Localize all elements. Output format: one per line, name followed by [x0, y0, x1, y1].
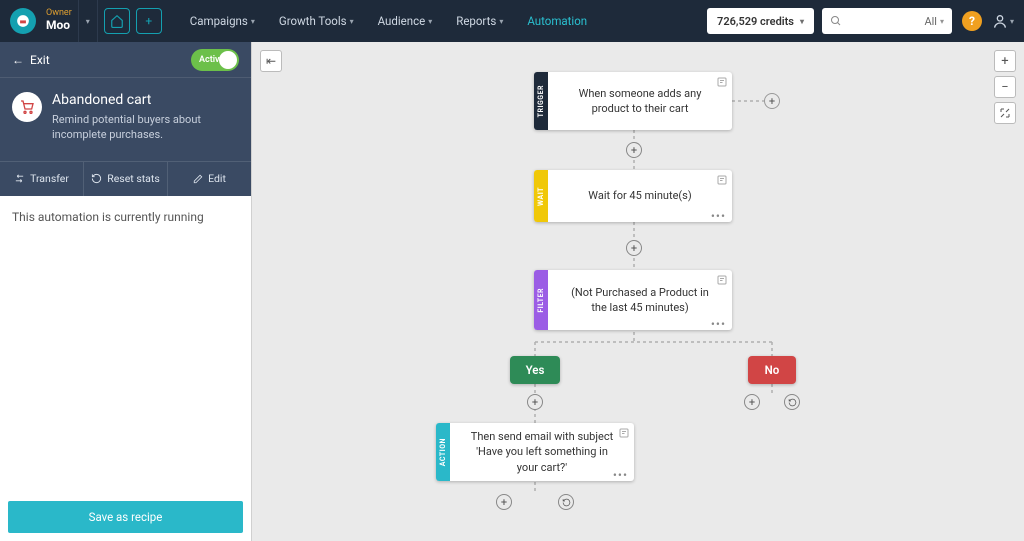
brand-logo[interactable] — [10, 8, 36, 34]
cart-icon — [19, 99, 35, 115]
add-step-button[interactable]: + — [626, 142, 642, 158]
owner-name: Moo — [46, 19, 72, 32]
main-menu: Campaigns▾ Growth Tools▾ Audience▾ Repor… — [180, 0, 597, 42]
add-step-button[interactable]: + — [744, 394, 760, 410]
no-branch[interactable]: No — [748, 356, 796, 384]
note-icon — [716, 76, 728, 88]
node-tag: ACTION — [439, 438, 447, 466]
add-step-button[interactable]: + — [626, 240, 642, 256]
owner-block[interactable]: Owner Moo — [46, 9, 72, 32]
chevron-down-icon: ▾ — [350, 17, 354, 26]
user-icon — [992, 13, 1008, 29]
branch-label: Yes — [526, 363, 545, 377]
node-text: When someone adds any product to their c… — [566, 86, 714, 117]
nav-label: Reports — [456, 14, 496, 28]
toggle-knob — [219, 51, 237, 69]
help-button[interactable]: ? — [962, 11, 982, 31]
note-icon — [618, 427, 630, 439]
search-bar[interactable]: All▾ — [822, 8, 952, 34]
refresh-icon — [562, 498, 571, 507]
chevron-down-icon: ▾ — [86, 17, 90, 26]
automation-subtitle: Remind potential buyers about incomplete… — [52, 112, 239, 143]
chevron-down-icon: ▾ — [940, 17, 944, 26]
add-button[interactable]: + — [136, 8, 162, 34]
search-filter-label: All — [924, 15, 937, 28]
home-icon — [110, 14, 124, 28]
chevron-down-icon: ▾ — [800, 17, 804, 26]
question-icon: ? — [969, 14, 975, 28]
nav-campaigns[interactable]: Campaigns▾ — [180, 0, 265, 42]
loop-button[interactable] — [784, 394, 800, 410]
nav-automation[interactable]: Automation — [517, 0, 597, 42]
trigger-node[interactable]: TRIGGER When someone adds any product to… — [534, 72, 732, 130]
nav-growth-tools[interactable]: Growth Tools▾ — [269, 0, 364, 42]
exit-label: Exit — [30, 53, 50, 67]
add-step-button[interactable]: + — [496, 494, 512, 510]
refresh-icon — [788, 398, 797, 407]
automation-type-icon — [12, 92, 42, 122]
transfer-icon — [14, 173, 25, 184]
nav-label: Growth Tools — [279, 14, 347, 28]
edit-button[interactable]: Edit — [168, 162, 251, 196]
nav-label: Automation — [527, 14, 587, 28]
transfer-button[interactable]: Transfer — [0, 162, 84, 196]
node-text: (Not Purchased a Product in the last 45 … — [566, 285, 714, 316]
chevron-down-icon: ▾ — [428, 17, 432, 26]
active-toggle[interactable]: Active — [191, 49, 239, 71]
nav-label: Audience — [378, 14, 426, 28]
add-trigger-button[interactable]: + — [764, 93, 780, 109]
top-nav: Owner Moo ▾ + Campaigns▾ Growth Tools▾ A… — [0, 0, 1024, 42]
reset-icon — [91, 173, 102, 184]
search-icon — [830, 15, 842, 27]
nav-reports[interactable]: Reports▾ — [446, 0, 513, 42]
action-label: Transfer — [30, 172, 69, 185]
nav-audience[interactable]: Audience▾ — [368, 0, 443, 42]
note-icon — [716, 274, 728, 286]
plus-icon: + — [145, 14, 152, 28]
loop-button[interactable] — [558, 494, 574, 510]
branch-label: No — [765, 363, 780, 377]
save-as-recipe-button[interactable]: Save as recipe — [8, 501, 243, 533]
wait-node[interactable]: WAIT Wait for 45 minute(s) ••• — [534, 170, 732, 222]
node-tag: TRIGGER — [537, 85, 545, 117]
home-button[interactable] — [104, 8, 130, 34]
add-step-button[interactable]: + — [527, 394, 543, 410]
mascot-icon — [16, 14, 30, 28]
owner-switcher[interactable]: ▾ — [78, 0, 98, 42]
more-icon[interactable]: ••• — [711, 321, 726, 327]
node-tag: WAIT — [537, 187, 545, 206]
pencil-icon — [193, 174, 203, 184]
credits-pill[interactable]: 726,529 credits ▾ — [707, 8, 814, 34]
automation-canvas[interactable]: ⇤ + − — [252, 42, 1024, 541]
side-panel: ← Exit Active Abandoned cart Remind pote… — [0, 42, 252, 541]
credits-value: 726,529 credits — [717, 15, 794, 28]
nav-label: Campaigns — [190, 14, 248, 28]
more-icon[interactable]: ••• — [613, 472, 628, 478]
action-node[interactable]: ACTION Then send email with subject 'Hav… — [436, 423, 634, 481]
chevron-down-icon: ▾ — [499, 17, 503, 26]
chevron-down-icon: ▾ — [251, 17, 255, 26]
filter-node[interactable]: FILTER (Not Purchased a Product in the l… — [534, 270, 732, 330]
button-label: Save as recipe — [89, 510, 163, 524]
reset-stats-button[interactable]: Reset stats — [84, 162, 168, 196]
more-icon[interactable]: ••• — [711, 213, 726, 219]
yes-branch[interactable]: Yes — [510, 356, 560, 384]
user-menu[interactable]: ▾ — [992, 13, 1014, 29]
arrow-left-icon: ← — [12, 53, 24, 67]
action-label: Reset stats — [107, 172, 160, 185]
exit-button[interactable]: ← Exit — [12, 53, 50, 67]
automation-status: This automation is currently running — [0, 196, 251, 238]
node-tag: FILTER — [537, 288, 545, 313]
action-label: Edit — [208, 172, 226, 185]
node-text: Wait for 45 minute(s) — [588, 188, 691, 203]
chevron-down-icon: ▾ — [1010, 17, 1014, 26]
node-text: Then send email with subject 'Have you l… — [468, 429, 616, 475]
note-icon — [716, 174, 728, 186]
automation-title: Abandoned cart — [52, 92, 239, 108]
